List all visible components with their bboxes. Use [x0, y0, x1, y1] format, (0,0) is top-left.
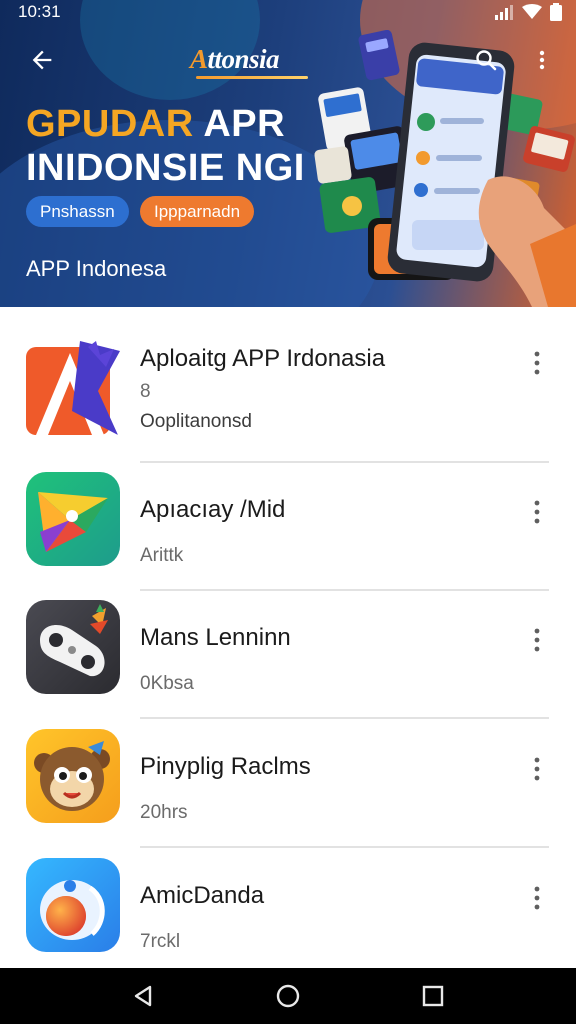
nav-back-icon — [134, 985, 151, 1007]
app-name: Pinyplig Raclms — [140, 753, 311, 780]
app-logo-monkey-icon — [34, 741, 110, 811]
app-name: Mans Lenninn — [140, 624, 291, 651]
app-meta: 20hrs — [140, 802, 188, 823]
more-vert-icon — [534, 500, 540, 524]
brand-underline — [196, 76, 308, 79]
app-name: AmicDanda — [140, 882, 265, 909]
row-overflow-button[interactable] — [522, 878, 552, 918]
row-overflow-button[interactable] — [522, 492, 552, 532]
signal-icon — [495, 5, 513, 20]
more-vert-icon — [534, 628, 540, 652]
list-item[interactable]: Aploaitg APP Irdonasia 8 Ooplitanonsd — [0, 341, 576, 469]
system-nav-bar — [0, 968, 576, 1024]
row-overflow-button[interactable] — [522, 343, 552, 383]
nav-back-button[interactable] — [123, 976, 163, 1016]
row-overflow-button[interactable] — [522, 620, 552, 660]
list-item[interactable]: AmicDanda 7rckl — [0, 858, 576, 986]
hero-banner: Attonsia GPUDAR APR INIDONSIE NGI Pnshas… — [0, 0, 576, 307]
list-item[interactable]: Mans Lenninn 0Kbsa — [0, 600, 576, 728]
search-icon — [476, 50, 497, 71]
hero-title: GPUDAR APR INIDONSIE NGI — [26, 102, 305, 190]
app-logo-play-icon — [38, 492, 108, 552]
app-logo-a-icon — [26, 341, 120, 435]
divider — [140, 846, 549, 848]
nav-recents-button[interactable] — [413, 976, 453, 1016]
battery-icon — [550, 3, 562, 21]
divider — [140, 717, 549, 719]
more-vert-icon — [534, 886, 540, 910]
status-time: 10:31 — [18, 2, 61, 21]
nav-home-icon — [276, 984, 300, 1008]
more-vert-icon — [534, 351, 540, 375]
chip-category-blue[interactable]: Pnshassn — [26, 196, 129, 227]
back-button[interactable] — [22, 40, 62, 80]
status-bar: 10:31 — [0, 0, 576, 24]
app-meta: Ooplitanonsd — [140, 411, 252, 432]
app-logo-orb-icon — [40, 880, 105, 940]
app-icon — [26, 600, 120, 694]
app-icon — [26, 341, 120, 435]
brand-logo: Attonsia — [190, 44, 280, 74]
hero-title-white: APR — [193, 103, 286, 145]
app-logo-controller-icon — [40, 604, 108, 677]
screen: Attonsia GPUDAR APR INIDONSIE NGI Pnshas… — [0, 0, 576, 1024]
row-overflow-button[interactable] — [522, 749, 552, 789]
more-vert-icon — [539, 50, 545, 70]
status-icons — [494, 3, 562, 21]
more-vert-icon — [534, 757, 540, 781]
app-meta: 7rckl — [140, 931, 181, 952]
wifi-icon — [522, 4, 542, 19]
app-icon — [26, 472, 120, 566]
overflow-menu-button[interactable] — [522, 40, 562, 80]
hero-title-orange: GPUDAR — [26, 103, 194, 145]
list-item[interactable]: Pinyplig Raclms 20hrs — [0, 729, 576, 857]
app-icon — [26, 858, 120, 952]
app-name: Apıacıay /Mid — [140, 496, 286, 523]
chip-category-orange[interactable]: Ippparnadn — [140, 196, 255, 227]
list-item[interactable]: Apıacıay /Mid Arittk — [0, 472, 576, 600]
back-arrow-icon — [32, 50, 52, 70]
divider — [140, 461, 549, 463]
nav-recents-icon — [423, 985, 444, 1007]
app-icon — [26, 729, 120, 823]
search-button[interactable] — [466, 40, 506, 80]
app-list: Aploaitg APP Irdonasia 8 Ooplitanonsd Ap… — [0, 307, 576, 968]
app-meta: Arittk — [140, 545, 184, 566]
hero-subtitle: APP Indonesa — [26, 256, 167, 281]
hero-title-line2: INIDONSIE NGI — [26, 147, 305, 189]
app-meta: 8 — [140, 381, 151, 402]
app-name: Aploaitg APP Irdonasia — [140, 345, 386, 372]
nav-home-button[interactable] — [268, 976, 308, 1016]
divider — [140, 589, 549, 591]
app-meta: 0Kbsa — [140, 673, 194, 694]
